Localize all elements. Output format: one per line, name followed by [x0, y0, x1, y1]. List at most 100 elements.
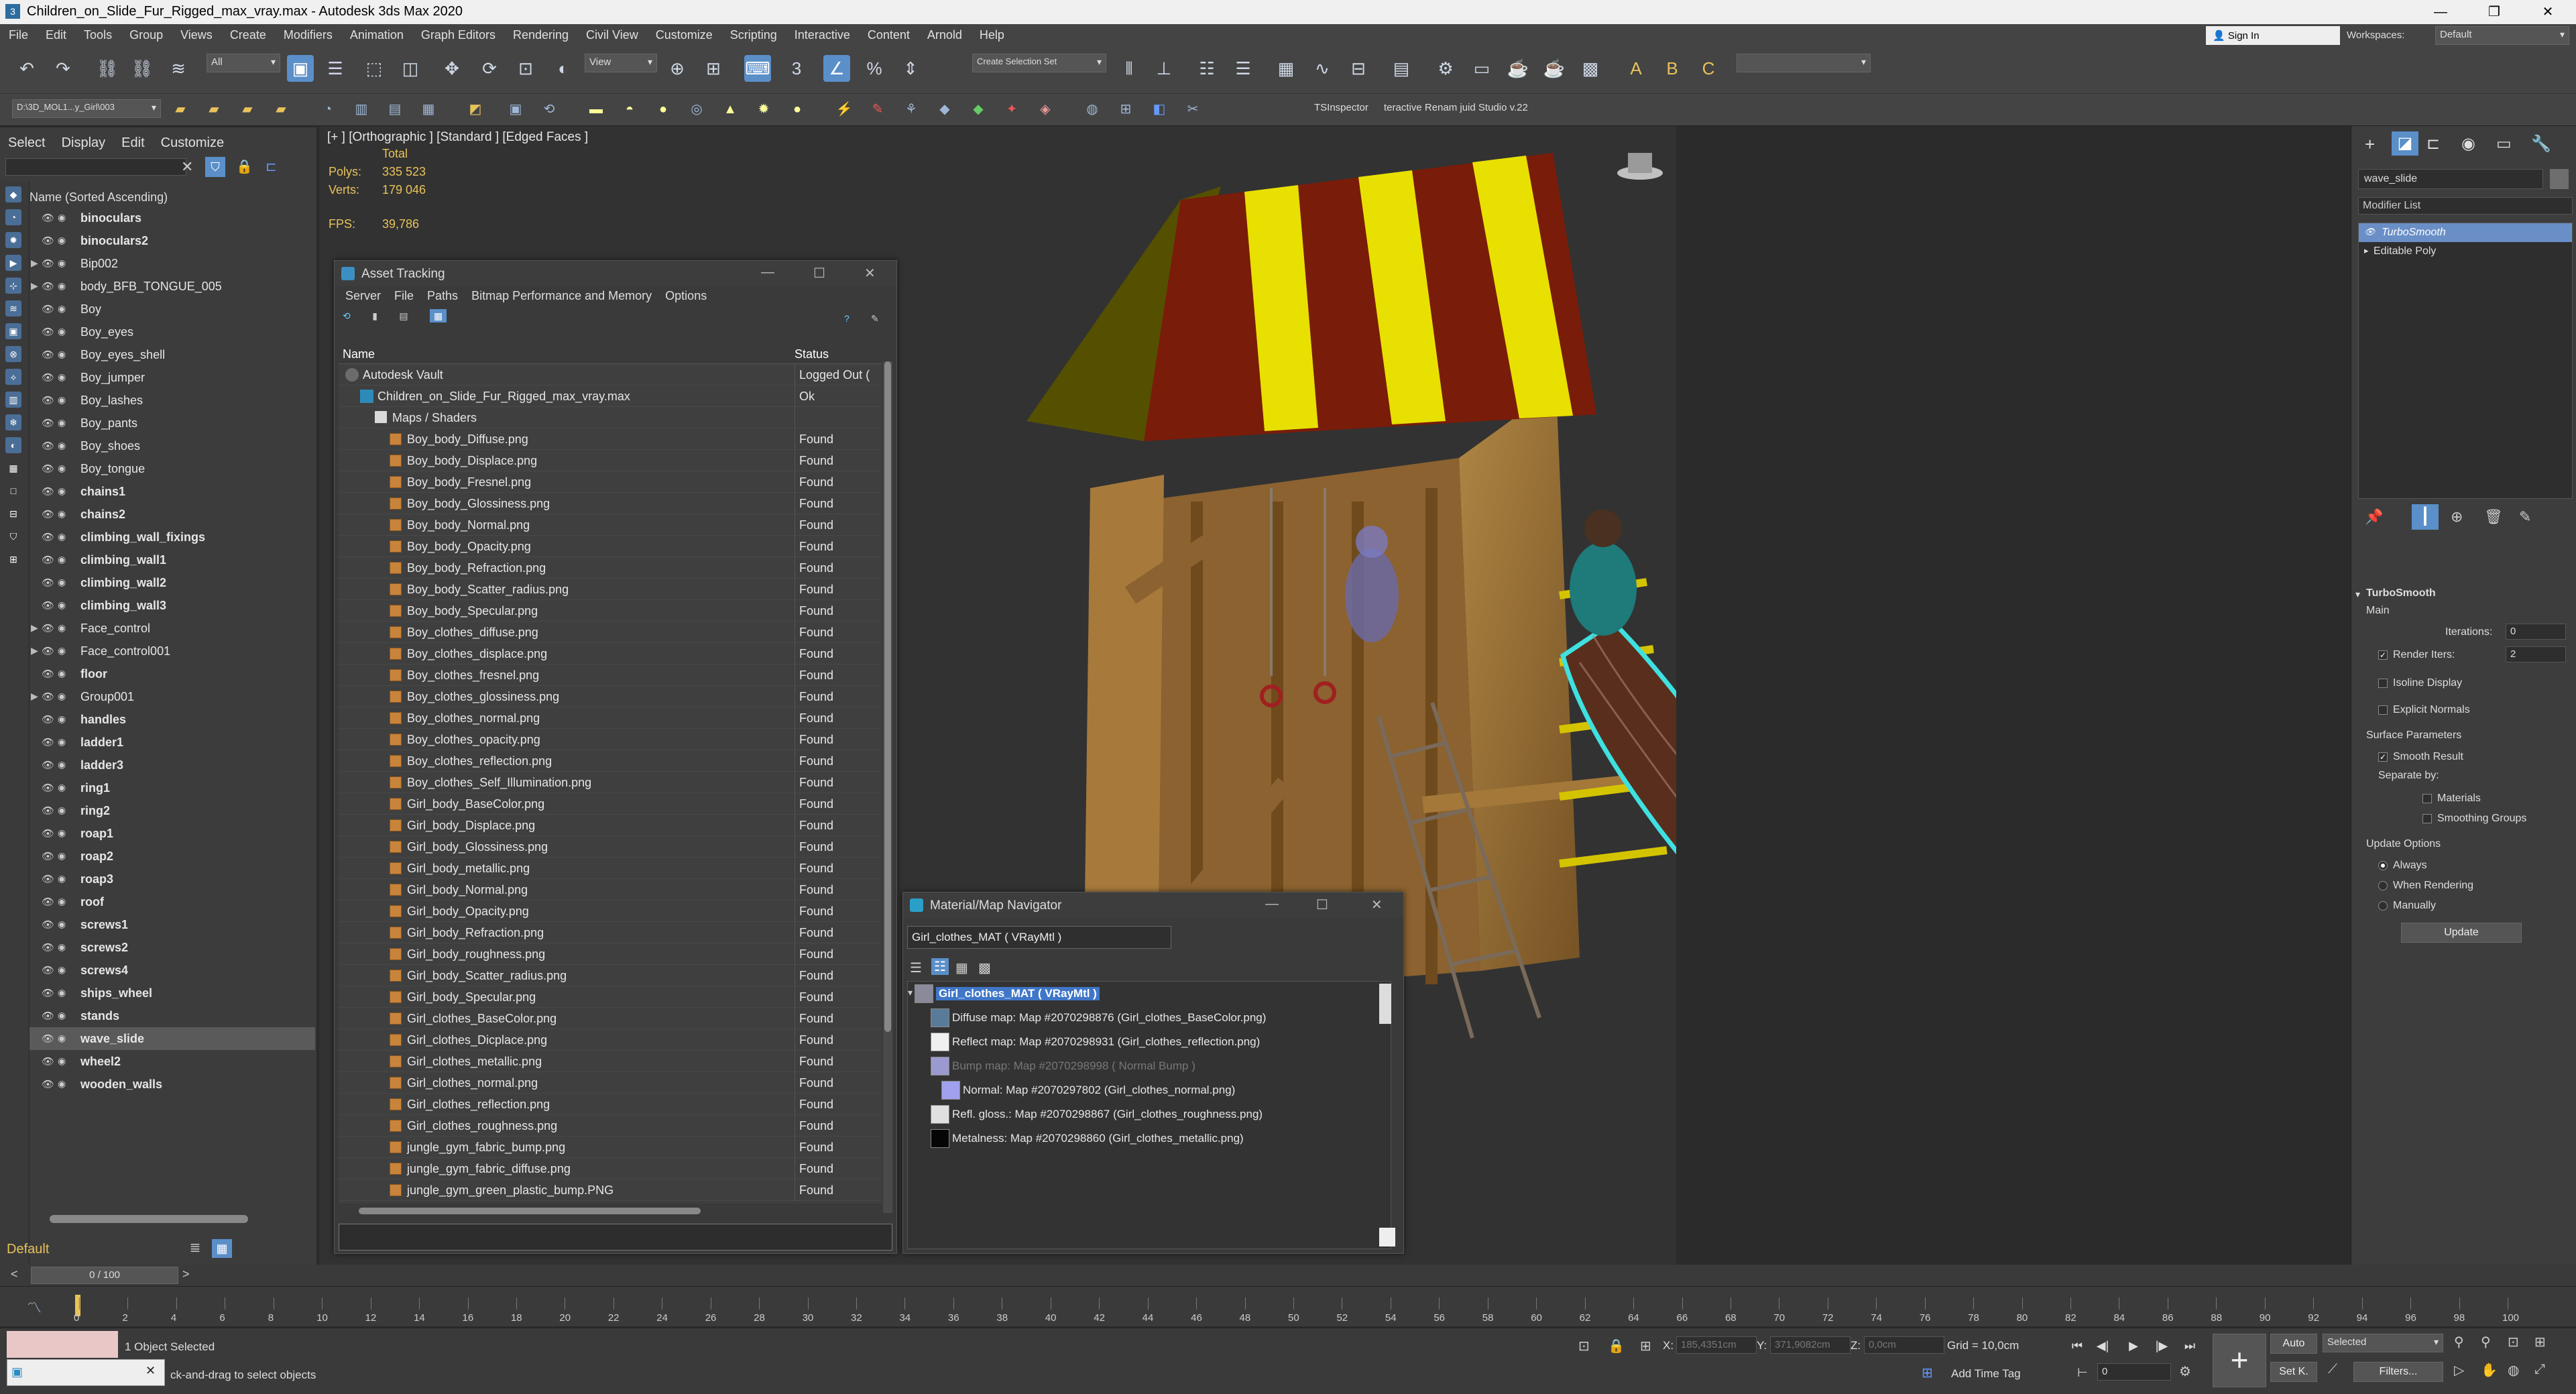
filter-icon[interactable]: ⛉ — [205, 157, 225, 177]
toggle-scene-explorer-icon[interactable]: ☷ — [1193, 55, 1220, 82]
expand-arrow-icon[interactable]: ▶ — [31, 257, 38, 269]
folder-export-icon[interactable]: ▰ — [271, 99, 291, 119]
freeze-icon[interactable]: ◉ — [58, 463, 66, 474]
vray-icon-3[interactable]: ⚘ — [901, 99, 921, 119]
freeze-icon[interactable]: ◉ — [58, 919, 66, 930]
asset-row[interactable]: Boy_clothes_normal.png Found — [339, 707, 882, 729]
filter-cameras-icon[interactable]: ▶ — [5, 255, 21, 271]
asset-row[interactable]: Boy_body_Fresnel.png Found — [339, 471, 882, 493]
placement-icon[interactable]: ◐ — [550, 55, 577, 82]
ribbon-icon-1[interactable]: ◔ — [318, 99, 338, 119]
visibility-eye-icon[interactable]: 👁 — [42, 303, 54, 315]
update-when-rendering-radio[interactable] — [2378, 881, 2388, 890]
light-icon-2[interactable]: ◓ — [620, 99, 640, 119]
visibility-eye-icon[interactable]: 👁 — [42, 1055, 54, 1067]
angle-snap-icon[interactable]: ∠ — [823, 55, 850, 82]
asset-list-icon[interactable]: ▮ — [372, 310, 377, 321]
ribbon-icon-5[interactable]: ◩ — [465, 99, 485, 119]
asset-scroll-thumb[interactable] — [884, 361, 891, 1032]
expand-arrow-icon[interactable]: ▶ — [31, 645, 38, 656]
visibility-eye-icon[interactable]: 👁 — [42, 873, 54, 885]
filter-containers-icon[interactable]: ▥ — [5, 392, 21, 408]
iterations-spinner[interactable]: 0 — [2506, 624, 2566, 640]
asset-table-icon[interactable]: ▦ — [430, 309, 447, 323]
freeze-icon[interactable]: ◉ — [58, 645, 66, 656]
menu-civil-view[interactable]: Civil View — [577, 24, 647, 46]
visibility-eye-icon[interactable]: 👁 — [42, 941, 54, 953]
select-by-name-icon[interactable]: ☰ — [322, 55, 349, 82]
asset-menu-bitmap[interactable]: Bitmap Performance and Memory — [471, 289, 652, 302]
asset-row[interactable]: Girl_body_roughness.png Found — [339, 943, 882, 965]
asset-row[interactable]: Girl_body_metallic.png Found — [339, 858, 882, 879]
redo-icon[interactable]: ↷ — [50, 55, 76, 82]
time-config-icon[interactable]: ⚙ — [2179, 1363, 2191, 1380]
scene-item[interactable]: 👁 ◉ ring2 — [30, 799, 315, 822]
object-color-swatch[interactable] — [2550, 169, 2569, 189]
scene-item[interactable]: ▶ 👁 ◉ body_BFB_TONGUE_005 — [30, 275, 315, 298]
freeze-icon[interactable]: ◉ — [58, 235, 66, 246]
scene-item[interactable]: 👁 ◉ ring1 — [30, 776, 315, 799]
asset-help-icon[interactable]: ? — [844, 313, 850, 324]
utilities-tab-icon[interactable]: 🔧 — [2531, 134, 2551, 154]
filter-groups-icon[interactable]: ▣ — [5, 323, 21, 339]
scene-item[interactable]: 👁 ◉ handles — [30, 708, 315, 731]
asset-row[interactable]: Boy_body_Glossiness.png Found — [339, 493, 882, 514]
time-slider[interactable]: 0 / 100 — [31, 1267, 178, 1284]
freeze-icon[interactable]: ◉ — [58, 440, 66, 451]
visibility-eye-icon[interactable]: 👁 — [42, 371, 54, 384]
key-mode-icon[interactable]: ⊢ — [2072, 1363, 2093, 1382]
keyboard-shortcut-override-icon[interactable]: ⌨ — [744, 55, 771, 82]
stack-expand-icon[interactable]: ▸ — [2364, 245, 2369, 256]
menu-modifiers[interactable]: Modifiers — [275, 24, 341, 46]
create-tab-icon[interactable]: + — [2365, 134, 2375, 155]
asset-refresh-icon[interactable]: ⟲ — [343, 310, 351, 321]
stack-item-turbosmooth[interactable]: 👁 TurboSmooth — [2359, 223, 2572, 242]
visibility-eye-icon[interactable]: 👁 — [42, 257, 54, 270]
asset-row[interactable]: Autodesk Vault Logged Out ( — [339, 364, 882, 386]
set-key-big-icon[interactable]: + — [2213, 1334, 2266, 1387]
menu-interactive[interactable]: Interactive — [786, 24, 859, 46]
menu-content[interactable]: Content — [859, 24, 919, 46]
viewcube-icon[interactable] — [1617, 153, 1663, 180]
lock-icon[interactable]: 🔒 — [236, 158, 253, 175]
scene-item[interactable]: 👁 ◉ screws1 — [30, 913, 315, 936]
filter-hidden-icon[interactable]: ◐ — [5, 437, 21, 453]
selection-filter-dropdown[interactable]: All — [207, 54, 280, 72]
toolbar-extra-dropdown[interactable] — [1737, 54, 1871, 72]
layer-stack-icon[interactable]: ≣ — [185, 1239, 205, 1258]
material-tree-item[interactable]: ▾ Girl_clothes_MAT ( VRayMtl ) — [908, 982, 1391, 1006]
z-coordinate[interactable]: 0,0cm — [1864, 1336, 1944, 1354]
freeze-icon[interactable]: ◉ — [58, 1055, 66, 1067]
render-iters-checkbox[interactable]: ✓ — [2378, 650, 2388, 660]
set-key-button[interactable]: Set K. — [2270, 1362, 2317, 1382]
select-manipulate-icon[interactable]: ⊞ — [700, 55, 727, 82]
scene-item[interactable]: 👁 ◉ climbing_wall2 — [30, 571, 315, 594]
asset-menu-server[interactable]: Server — [345, 289, 381, 302]
light-icon-6[interactable]: ● — [787, 99, 807, 119]
menu-animation[interactable]: Animation — [341, 24, 412, 46]
folder-icon[interactable]: ▰ — [170, 99, 190, 119]
rect-selection-icon[interactable]: ⬚ — [361, 55, 388, 82]
material-tree-item[interactable]: Refl. gloss.: Map #2070298867 (Girl_clot… — [908, 1102, 1391, 1126]
scene-list-header[interactable]: Name (Sorted Ascending) — [30, 190, 168, 205]
scene-item[interactable]: 👁 ◉ roap3 — [30, 868, 315, 890]
asset-tree-icon[interactable]: ▤ — [399, 310, 408, 321]
asset-row[interactable]: Boy_body_Displace.png Found — [339, 450, 882, 471]
scene-item[interactable]: 👁 ◉ Boy_eyes_shell — [30, 343, 315, 366]
scene-item[interactable]: 👁 ◉ climbing_wall_fixings — [30, 526, 315, 548]
scene-item[interactable]: 👁 ◉ wave_slide — [30, 1027, 315, 1050]
asset-row[interactable]: Girl_body_Normal.png Found — [339, 879, 882, 901]
maximize-viewport-icon[interactable]: ⤢ — [2534, 1362, 2545, 1377]
viewport-label[interactable]: [+ ] [Orthographic ] [Standard ] [Edged … — [327, 130, 588, 145]
ribbon-icon-7[interactable]: ⟲ — [539, 99, 559, 119]
bind-space-warp-icon[interactable]: ≋ — [165, 55, 192, 82]
ribbon-icon-3[interactable]: ▤ — [385, 99, 405, 119]
freeze-icon[interactable]: ◉ — [58, 713, 66, 725]
current-layer-label[interactable]: Default — [7, 1242, 49, 1257]
freeze-icon[interactable]: ◉ — [58, 691, 66, 702]
visibility-eye-icon[interactable]: 👁 — [42, 782, 54, 794]
auto-key-button[interactable]: Auto — [2270, 1334, 2317, 1354]
scene-item[interactable]: 👁 ◉ climbing_wall1 — [30, 548, 315, 571]
stack-eye-icon[interactable]: 👁 — [2364, 227, 2376, 237]
scene-item[interactable]: 👁 ◉ Boy_lashes — [30, 389, 315, 412]
